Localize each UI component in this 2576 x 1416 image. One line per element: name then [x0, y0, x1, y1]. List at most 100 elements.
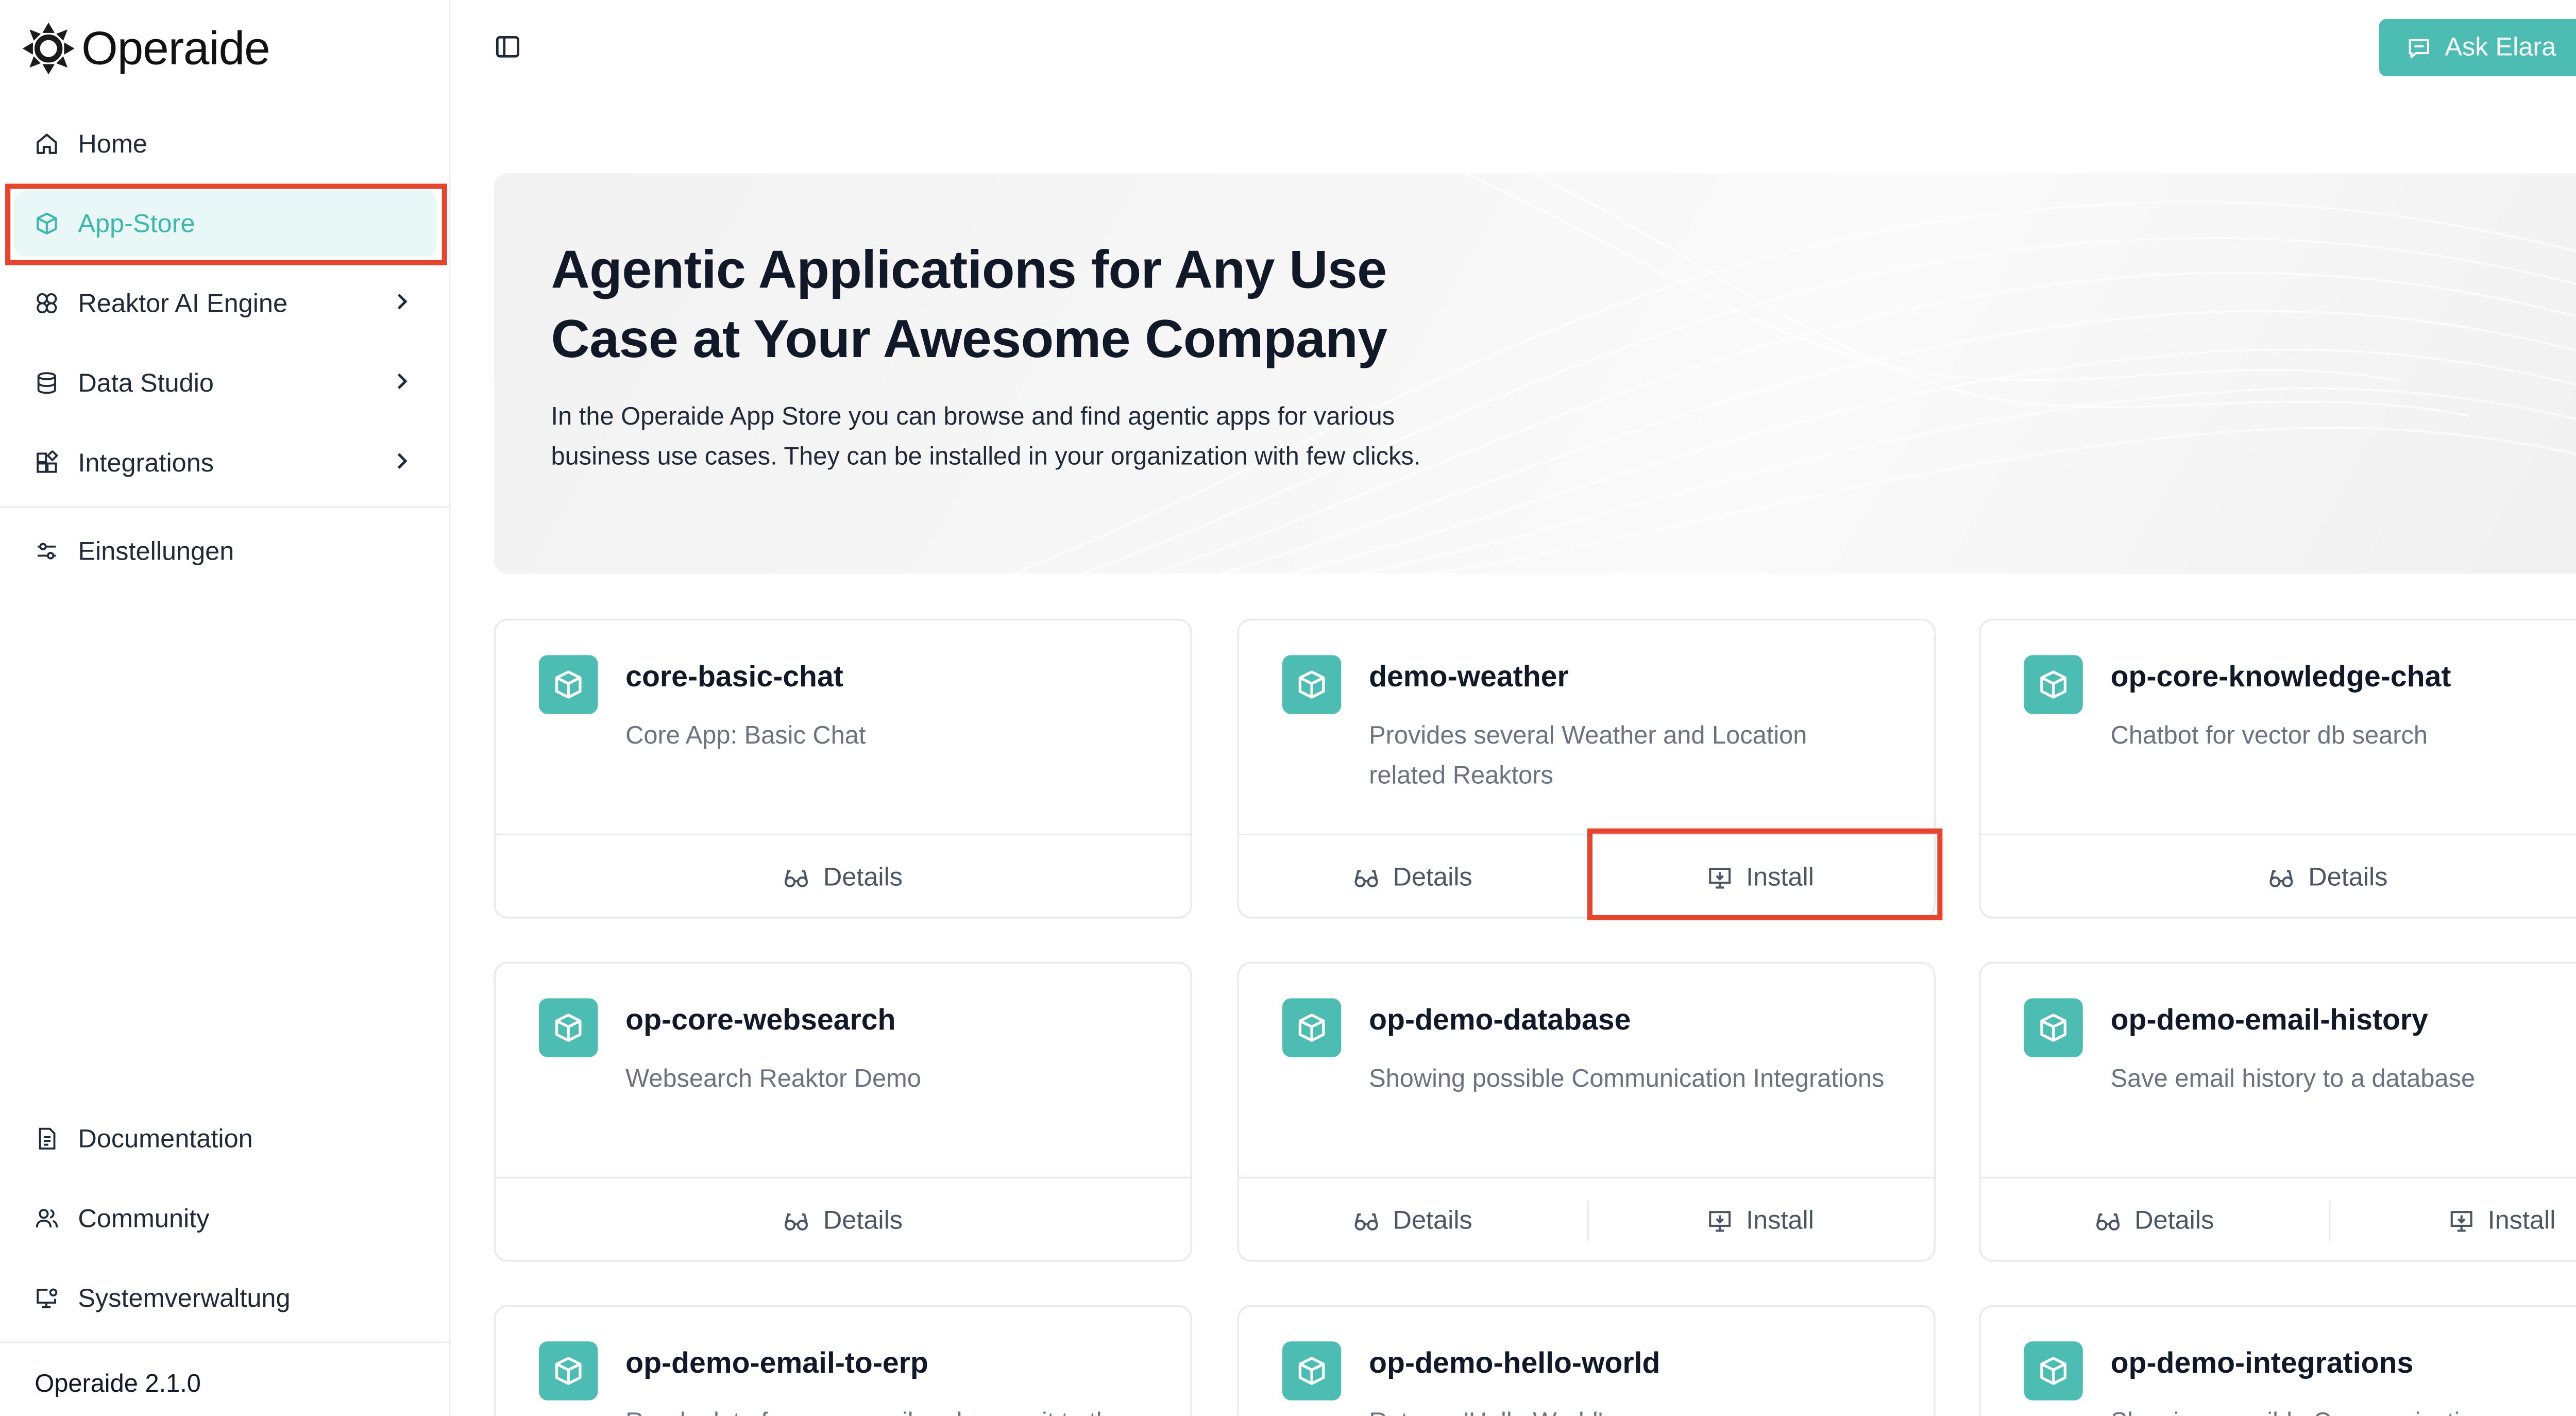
- details-label: Details: [2308, 862, 2388, 892]
- app-card: op-core-websearch Websearch Reaktor Demo…: [494, 962, 1193, 1262]
- install-label: Install: [2487, 1205, 2556, 1235]
- hero-banner: Agentic Applications for Any Use Case at…: [494, 173, 2576, 574]
- app-card: op-demo-email-history Save email history…: [1979, 962, 2576, 1262]
- integrations-icon: [35, 450, 59, 475]
- card-actions: Details Install: [1980, 1176, 2576, 1262]
- app-name: op-demo-email-to-erp: [625, 1346, 928, 1380]
- database-icon: [35, 371, 59, 395]
- details-button[interactable]: Details: [496, 1178, 1191, 1261]
- sidebar-item-home[interactable]: Home: [14, 111, 437, 177]
- install-button[interactable]: Install: [1586, 835, 1934, 918]
- logo[interactable]: Operaide: [21, 19, 270, 78]
- sidebar-item-app-store[interactable]: App-Store: [13, 190, 437, 257]
- sidebar-item-label: Reaktor AI Engine: [78, 289, 288, 318]
- cube-icon: [539, 655, 598, 714]
- cube-icon: [35, 211, 59, 235]
- hero-description: In the Operaide App Store you can browse…: [551, 403, 1421, 471]
- cube-icon: [2024, 655, 2083, 714]
- app-name: core-basic-chat: [625, 660, 843, 694]
- glasses-icon: [785, 869, 808, 887]
- details-button[interactable]: Details: [1239, 835, 1586, 918]
- app-name: op-demo-hello-world: [1369, 1346, 1660, 1380]
- app-name: op-demo-database: [1369, 1003, 1631, 1037]
- settings-sliders-icon: [35, 539, 59, 563]
- install-button[interactable]: Install: [1586, 1178, 1934, 1261]
- app-card: op-demo-hello-world Returns 'Hello World…: [1237, 1305, 1936, 1416]
- sidebar-item-label: Data Studio: [78, 368, 214, 398]
- details-label: Details: [823, 862, 903, 892]
- details-button[interactable]: Details: [1980, 1178, 2328, 1261]
- install-icon: [1708, 867, 1730, 888]
- app-description: Returns 'Hello World': [1369, 1404, 1889, 1415]
- sidebar: Operaide Home App-Store Reaktor AI Engin…: [0, 0, 451, 1416]
- sidebar-item-label: Community: [78, 1203, 210, 1234]
- sidebar-item-community[interactable]: Community: [14, 1186, 437, 1252]
- cube-icon: [1282, 655, 1342, 714]
- sidebar-item-systemverwaltung[interactable]: Systemverwaltung: [14, 1265, 437, 1331]
- details-button[interactable]: Details: [1239, 1178, 1586, 1261]
- operaide-logo-icon: [22, 22, 75, 75]
- chevron-right-icon: [397, 453, 408, 469]
- app-name: op-core-websearch: [625, 1003, 896, 1037]
- sidebar-item-label: Documentation: [78, 1124, 253, 1154]
- sidebar-divider: [0, 1341, 449, 1343]
- cube-icon: [1282, 998, 1342, 1057]
- app-description: Provides several Weather and Location re…: [1369, 722, 1807, 790]
- card-actions: Details: [495, 833, 1191, 919]
- chevron-right-icon: [397, 373, 408, 390]
- app-description: Core App: Basic Chat: [625, 722, 866, 751]
- app-description: Chatbot for vector db search: [2110, 722, 2428, 751]
- glasses-icon: [1354, 1212, 1378, 1230]
- sidebar-item-data-studio[interactable]: Data Studio: [14, 350, 437, 416]
- app-name: demo-weather: [1369, 660, 1569, 694]
- sidebar-item-label: Home: [78, 129, 147, 159]
- details-button[interactable]: Details: [1980, 835, 2576, 918]
- app-window: Operaide Home App-Store Reaktor AI Engin…: [0, 0, 2576, 1416]
- install-icon: [2450, 1210, 2472, 1231]
- sidebar-item-reaktor-ai-engine[interactable]: Reaktor AI Engine: [14, 271, 437, 336]
- sidebar-item-integrations[interactable]: Integrations: [14, 430, 437, 496]
- sidebar-item-einstellungen[interactable]: Einstellungen: [14, 518, 437, 584]
- details-label: Details: [2134, 1205, 2214, 1235]
- app-card: op-demo-integrations Showing possible Co…: [1979, 1305, 2576, 1416]
- app-card: op-demo-email-to-erp Reads data from an …: [494, 1305, 1193, 1416]
- sidebar-item-documentation[interactable]: Documentation: [14, 1106, 437, 1172]
- app-name: op-demo-integrations: [2110, 1346, 2414, 1380]
- version-label: Operaide 2.1.0: [35, 1371, 201, 1399]
- details-button[interactable]: Details: [496, 835, 1191, 918]
- sidebar-item-label: App-Store: [78, 209, 195, 239]
- app-card: demo-weather Provides several Weather an…: [1237, 618, 1936, 919]
- glasses-icon: [2096, 1212, 2120, 1230]
- app-card: op-demo-database Showing possible Commun…: [1237, 962, 1936, 1262]
- card-actions: Details: [495, 1176, 1191, 1262]
- app-description: Websearch Reaktor Demo: [625, 1066, 921, 1094]
- app-card: op-core-knowledge-chat Chatbot for vecto…: [1979, 618, 2576, 919]
- chat-icon: [2409, 38, 2429, 57]
- card-actions: Details Install: [1239, 1176, 1934, 1262]
- chevron-right-icon: [397, 293, 408, 310]
- cube-icon: [539, 998, 598, 1057]
- logo-text: Operaide: [81, 22, 270, 74]
- glasses-icon: [2269, 869, 2293, 887]
- cube-icon: [539, 1341, 598, 1401]
- card-actions: Details: [1980, 833, 2576, 919]
- sidebar-toggle-icon[interactable]: [494, 33, 522, 61]
- monitor-settings-icon: [35, 1286, 59, 1310]
- details-label: Details: [1393, 862, 1472, 892]
- ask-elara-button[interactable]: Ask Elara: [2379, 19, 2576, 76]
- ask-elara-label: Ask Elara: [2445, 32, 2556, 63]
- app-description: Showing possible Communication: [2111, 1404, 2576, 1415]
- users-icon: [35, 1206, 59, 1230]
- glasses-icon: [1354, 869, 1378, 887]
- install-label: Install: [1746, 1205, 1814, 1235]
- sidebar-item-label: Integrations: [78, 448, 214, 478]
- install-button[interactable]: Install: [2328, 1178, 2576, 1261]
- card-actions: Details Install: [1239, 833, 1934, 919]
- document-icon: [35, 1126, 59, 1151]
- details-label: Details: [823, 1205, 903, 1235]
- install-icon: [1708, 1210, 1730, 1231]
- app-card: core-basic-chat Core App: Basic Chat Det…: [494, 618, 1193, 919]
- home-icon: [35, 132, 59, 156]
- app-name: op-demo-email-history: [2110, 1003, 2428, 1037]
- app-description: Reads data from an email and saves it to…: [625, 1404, 1190, 1415]
